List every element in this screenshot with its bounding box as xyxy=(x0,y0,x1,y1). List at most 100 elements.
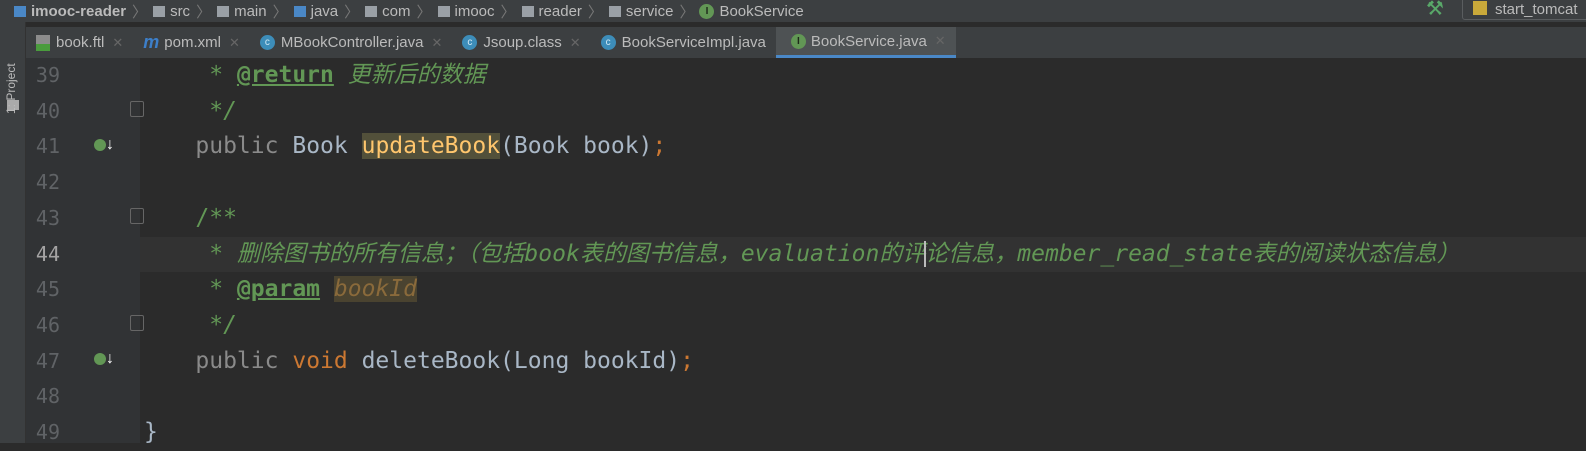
crumb-label: src xyxy=(170,2,191,20)
tab-bookservice[interactable]: I BookService.java ✕ xyxy=(775,27,956,58)
code-line-39: * @return 更新后的数据 xyxy=(140,58,1586,94)
line-number: 39 xyxy=(35,63,60,87)
run-config-label: start_tomcat xyxy=(1495,1,1578,18)
line-number: 48 xyxy=(35,384,60,409)
keyword: public xyxy=(195,133,279,160)
package-icon xyxy=(437,5,450,17)
method-name: updateBook xyxy=(361,133,501,160)
close-icon[interactable]: ✕ xyxy=(570,35,581,51)
crumb-label: BookService xyxy=(719,2,804,20)
code-line-45: * @param bookId xyxy=(140,272,1586,308)
crumb-label: java xyxy=(310,2,339,20)
editor-gutter: 39 40 41 42 43 44 45 46 47 48 49 ↓ ↓ xyxy=(26,58,144,444)
keyword: void xyxy=(292,347,348,374)
folder-icon xyxy=(153,5,166,17)
tab-jsoup-class[interactable]: c Jsoup.class ✕ xyxy=(452,27,590,58)
code-editor[interactable]: * @return 更新后的数据 */ public Book updateBo… xyxy=(140,58,1586,445)
args: (Book book) xyxy=(500,133,653,160)
tab-label: MBookController.java xyxy=(280,34,424,51)
crumb-label: main xyxy=(234,2,267,20)
line-number: 40 xyxy=(35,98,60,123)
code-line-44: * 删除图书的所有信息；（包括book表的图书信息，evaluation的评论信… xyxy=(140,236,1586,273)
semicolon: ; xyxy=(680,347,694,374)
crumb-imooc[interactable]: imooc 〉 xyxy=(432,1,516,22)
crumb-reader[interactable]: reader 〉 xyxy=(516,1,603,22)
tab-bookserviceimpl[interactable]: c BookServiceImpl.java xyxy=(591,27,776,58)
ftl-file-icon xyxy=(36,34,50,51)
editor-tabs: book.ftl ✕ m pom.xml ✕ c MBookController.jav… xyxy=(26,26,1586,58)
interface-icon: I xyxy=(790,33,806,49)
tab-book-ftl[interactable]: book.ftl ✕ xyxy=(26,27,133,58)
comment: * 删除图书的所有信息；（包括book表的图书信息，evaluation的评 xyxy=(140,240,926,267)
tab-pom-xml[interactable]: m pom.xml ✕ xyxy=(133,27,250,58)
keyword: public xyxy=(195,347,279,374)
close-icon[interactable]: ✕ xyxy=(229,35,240,51)
tab-label: BookServiceImpl.java xyxy=(621,34,766,51)
crumb-label: com xyxy=(382,2,411,20)
implemented-icon[interactable]: ↓ xyxy=(94,350,114,368)
build-hammer-icon[interactable]: ⚒ xyxy=(1426,0,1444,21)
source-folder-icon xyxy=(293,5,306,17)
line-number: 42 xyxy=(35,170,60,195)
crumb-java[interactable]: java 〉 xyxy=(288,1,359,22)
maven-icon: m xyxy=(143,32,160,52)
comment: * xyxy=(140,276,237,303)
line-number: 45 xyxy=(35,277,60,302)
tab-mbookcontroller[interactable]: c MBookController.java ✕ xyxy=(250,27,452,58)
implemented-icon[interactable]: ↓ xyxy=(94,136,114,154)
tab-label: BookService.java xyxy=(810,32,927,50)
package-icon xyxy=(608,5,621,17)
line-number: 41 xyxy=(35,134,60,159)
param-name: bookId xyxy=(333,276,417,303)
project-icon xyxy=(14,5,26,17)
crumb-label: service xyxy=(625,2,674,20)
code: deleteBook(Long bookId) xyxy=(347,347,681,374)
line-number: 44 xyxy=(35,241,60,266)
project-tool-button[interactable]: 1: Project xyxy=(4,63,18,114)
code-line-47: public void deleteBook(Long bookId); xyxy=(140,344,1586,380)
crumb-service[interactable]: service 〉 xyxy=(603,1,694,22)
tab-label: book.ftl xyxy=(56,34,105,51)
tab-label: pom.xml xyxy=(164,34,221,51)
class-icon: c xyxy=(462,35,478,50)
code-line-41: public Book updateBook(Book book); xyxy=(140,129,1586,165)
type: Book xyxy=(292,133,362,160)
class-icon: c xyxy=(600,35,616,50)
crumb-label: imooc-reader xyxy=(31,2,127,20)
package-icon xyxy=(521,5,534,17)
crumb-com[interactable]: com 〉 xyxy=(359,1,432,22)
javadoc-tag: @return xyxy=(236,62,334,88)
class-icon: c xyxy=(259,35,275,50)
code-line-49: } xyxy=(144,419,158,445)
close-icon[interactable]: ✕ xyxy=(935,33,946,49)
line-number: 47 xyxy=(35,348,60,373)
semicolon: ; xyxy=(652,133,667,160)
crumb-label: reader xyxy=(538,2,582,20)
comment: 论信息，member_read_state表的阅读状态信息） xyxy=(925,240,1460,267)
comment: * xyxy=(140,62,237,88)
line-number: 49 xyxy=(35,420,60,444)
crumb-label: imooc xyxy=(454,2,495,20)
run-config-select[interactable]: start_tomcat xyxy=(1462,0,1586,20)
crumb-src[interactable]: src 〉 xyxy=(147,1,211,22)
package-icon xyxy=(365,5,378,17)
line-number: 46 xyxy=(35,312,60,337)
tab-label: Jsoup.class xyxy=(483,34,562,51)
folder-icon xyxy=(217,5,230,17)
code-line-43: /** xyxy=(140,204,237,231)
close-icon[interactable]: ✕ xyxy=(112,35,123,51)
close-icon[interactable]: ✕ xyxy=(431,35,442,51)
comment: 更新后的数据 xyxy=(333,62,486,88)
crumb-bookservice[interactable]: I BookService xyxy=(694,2,804,20)
line-number: 43 xyxy=(35,205,60,230)
crumb-main[interactable]: main 〉 xyxy=(211,1,288,22)
crumb-project[interactable]: imooc-reader 〉 xyxy=(8,1,147,22)
code-line-46: */ xyxy=(140,311,237,338)
tool-window-strip: 1: Project xyxy=(0,22,26,443)
interface-icon: I xyxy=(699,3,715,19)
